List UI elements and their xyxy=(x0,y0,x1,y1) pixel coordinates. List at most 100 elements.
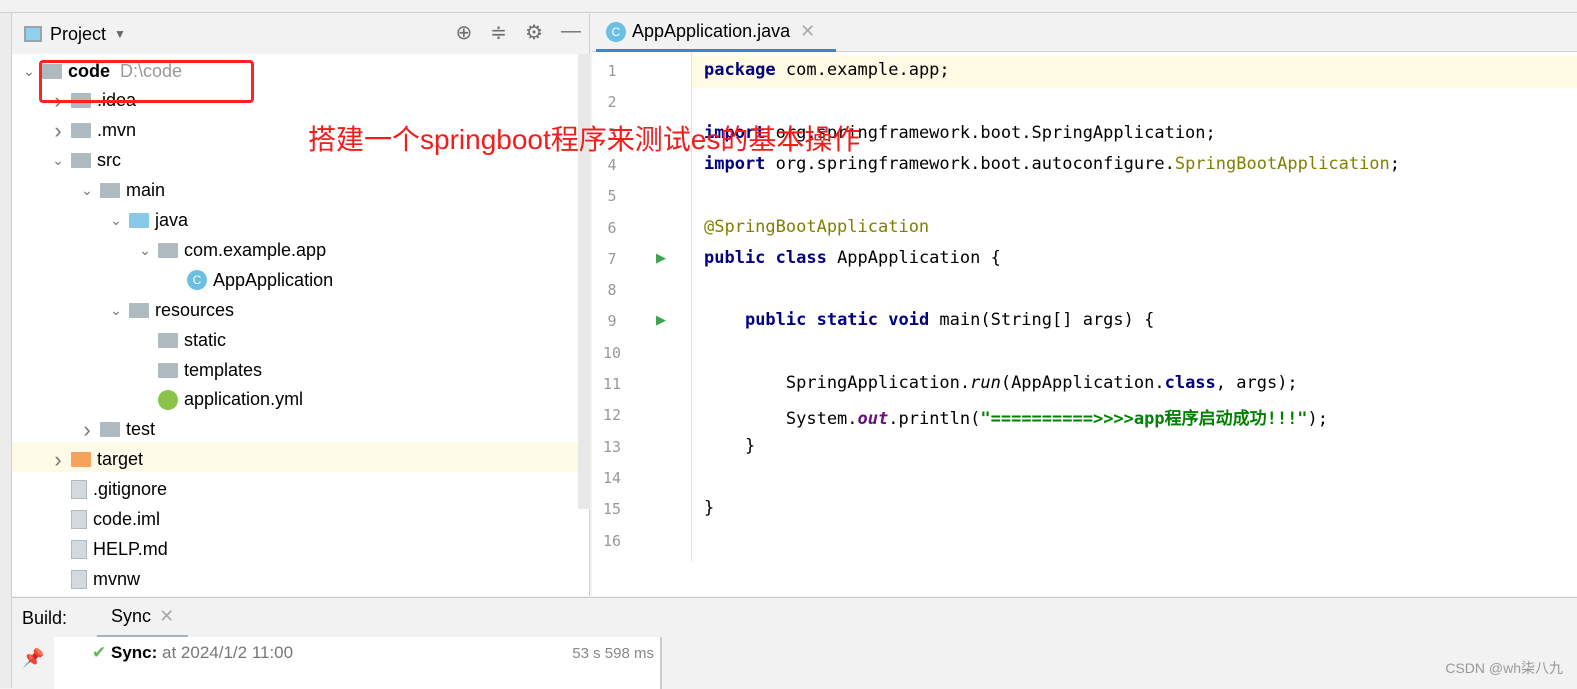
code-token: ; xyxy=(1389,153,1401,174)
tree-item[interactable]: ⌄ main xyxy=(80,176,165,206)
tree-item[interactable]: ⌄ com.example.app xyxy=(138,235,326,265)
tree-item-label: .mvn xyxy=(97,120,137,141)
tree-item[interactable]: C AppApplication xyxy=(167,265,333,295)
project-icon xyxy=(24,26,42,42)
tree-item[interactable]: › test xyxy=(80,415,155,445)
tree-item[interactable]: ⌄ resources xyxy=(109,295,234,325)
tree-item-label: java xyxy=(155,210,189,230)
line-number: 9 xyxy=(607,312,617,331)
tree-item[interactable]: static xyxy=(138,325,226,355)
line-number: 8 xyxy=(607,281,617,300)
line-number: 14 xyxy=(602,468,622,487)
run-icon[interactable]: ▶ xyxy=(656,250,666,266)
editor: C AppApplication.java ✕ 1 2 3 4 5 6 7 8 9 10 11 12 1… xyxy=(592,14,1577,596)
tree-item-label: .gitignore xyxy=(93,479,168,500)
annotation-text: 搭建一个springboot程序来测试es的基本操作 xyxy=(308,124,861,155)
spring-config-icon xyxy=(158,389,178,410)
code-line: SpringApplication.run(AppApplication.cla… xyxy=(704,373,1298,393)
resources-folder-icon xyxy=(129,302,149,318)
spring-class-icon: C xyxy=(187,270,207,291)
tree-item[interactable]: ⌄ java xyxy=(109,206,188,236)
tree-item-label: static xyxy=(184,329,227,350)
tree-item-label: mvnw xyxy=(93,568,141,589)
code-token: AppApplication { xyxy=(837,247,1001,268)
project-panel-header: Project ▼ ⊕ ≑ ⚙ — xyxy=(12,14,589,54)
build-panel: Build: Sync ✕ 📌 ✔ Sync: at 2024/1/2 11:0… xyxy=(12,597,1577,689)
code-token: class xyxy=(1164,373,1216,393)
hide-icon[interactable]: — xyxy=(561,20,581,45)
tree-item[interactable]: › target xyxy=(51,445,143,475)
line-number: 2 xyxy=(607,93,617,112)
chevron-down-icon[interactable]: ⌄ xyxy=(22,63,36,80)
code-token: package xyxy=(704,60,786,80)
tree-item-label: resources xyxy=(155,299,235,320)
tree-item[interactable]: › .mvn xyxy=(51,116,136,146)
package-icon xyxy=(158,242,178,258)
tree-item[interactable]: .gitignore xyxy=(51,475,167,505)
chevron-down-icon[interactable]: ▼ xyxy=(114,27,126,41)
sync-tab-label: Sync xyxy=(111,606,152,626)
line-number: 12 xyxy=(602,406,622,425)
locate-icon[interactable]: ⊕ xyxy=(456,20,473,45)
tree-item-label: code.iml xyxy=(93,509,161,529)
chevron-down-icon[interactable]: ⌄ xyxy=(109,302,123,319)
chevron-right-icon[interactable]: › xyxy=(80,417,94,443)
folder-icon xyxy=(158,362,178,378)
tree-item[interactable]: templates xyxy=(138,355,262,385)
chevron-down-icon[interactable]: ⌄ xyxy=(51,152,65,169)
code-token: , args); xyxy=(1215,373,1298,393)
code-line: @SpringBootApplication xyxy=(704,217,929,237)
line-number: 1 xyxy=(607,62,617,80)
tab-app-application[interactable]: C AppApplication.java ✕ xyxy=(596,14,836,52)
file-icon xyxy=(71,480,87,500)
chevron-right-icon[interactable]: › xyxy=(51,118,65,144)
code-token: out xyxy=(857,409,889,430)
highlight-box xyxy=(39,60,254,103)
line-number: 13 xyxy=(602,437,622,456)
line-number: 16 xyxy=(602,531,622,550)
tree-item[interactable]: code.iml xyxy=(51,505,160,535)
close-icon[interactable]: ✕ xyxy=(800,21,815,42)
code-token: ); xyxy=(1307,409,1329,430)
code-token: main(String[] args) { xyxy=(939,310,1155,331)
build-label: Build: xyxy=(22,607,68,628)
tree-item[interactable]: HELP.md xyxy=(51,534,168,564)
code-line: } xyxy=(704,498,714,518)
build-output[interactable]: ✔ Sync: at 2024/1/2 11:00 53 s 598 ms xyxy=(54,637,662,689)
tree-item-label: test xyxy=(126,419,156,440)
tree-item[interactable]: application.yml xyxy=(138,385,303,415)
code-token: } xyxy=(704,435,756,456)
code-token: "==========>>>>app程序启动成功!!!" xyxy=(980,409,1308,430)
gear-icon[interactable]: ⚙ xyxy=(525,20,543,45)
code-token: System. xyxy=(704,409,858,430)
run-icon[interactable]: ▶ xyxy=(656,312,666,328)
chevron-right-icon[interactable]: › xyxy=(51,447,65,473)
tree-item-label: application.yml xyxy=(184,389,304,410)
sync-time: at 2024/1/2 11:00 xyxy=(162,643,294,662)
code-token: com.example.app; xyxy=(785,60,950,80)
breadcrumb-bar xyxy=(0,0,1577,13)
pin-icon[interactable]: 📌 xyxy=(22,648,44,669)
line-number: 7 xyxy=(607,249,617,268)
tree-item[interactable]: mvnw xyxy=(51,564,140,594)
check-icon: ✔ xyxy=(92,643,107,662)
tool-window-stripe[interactable] xyxy=(0,13,12,688)
source-folder-icon xyxy=(129,213,149,228)
collapse-all-icon[interactable]: ≑ xyxy=(490,20,507,45)
close-icon[interactable]: ✕ xyxy=(159,606,174,627)
tree-item-label: AppApplication xyxy=(213,269,334,290)
code-token: (AppApplication. xyxy=(1000,373,1165,393)
chevron-down-icon[interactable]: ⌄ xyxy=(109,212,123,229)
watermark: CSDN @wh柒八九 xyxy=(1445,660,1563,676)
chevron-down-icon[interactable]: ⌄ xyxy=(80,182,94,199)
tree-item[interactable]: ⌄ src xyxy=(51,146,121,176)
line-number: 4 xyxy=(607,155,617,174)
tree-item-label: HELP.md xyxy=(93,538,168,559)
code-token: SpringApplication. xyxy=(704,373,971,393)
chevron-down-icon[interactable]: ⌄ xyxy=(138,242,152,259)
tab-sync[interactable]: Sync ✕ xyxy=(97,598,189,638)
line-number: 11 xyxy=(602,375,622,393)
project-title[interactable]: Project xyxy=(50,24,106,45)
code-line: public class AppApplication { xyxy=(704,248,1001,268)
tree-item-label: com.example.app xyxy=(184,239,327,260)
